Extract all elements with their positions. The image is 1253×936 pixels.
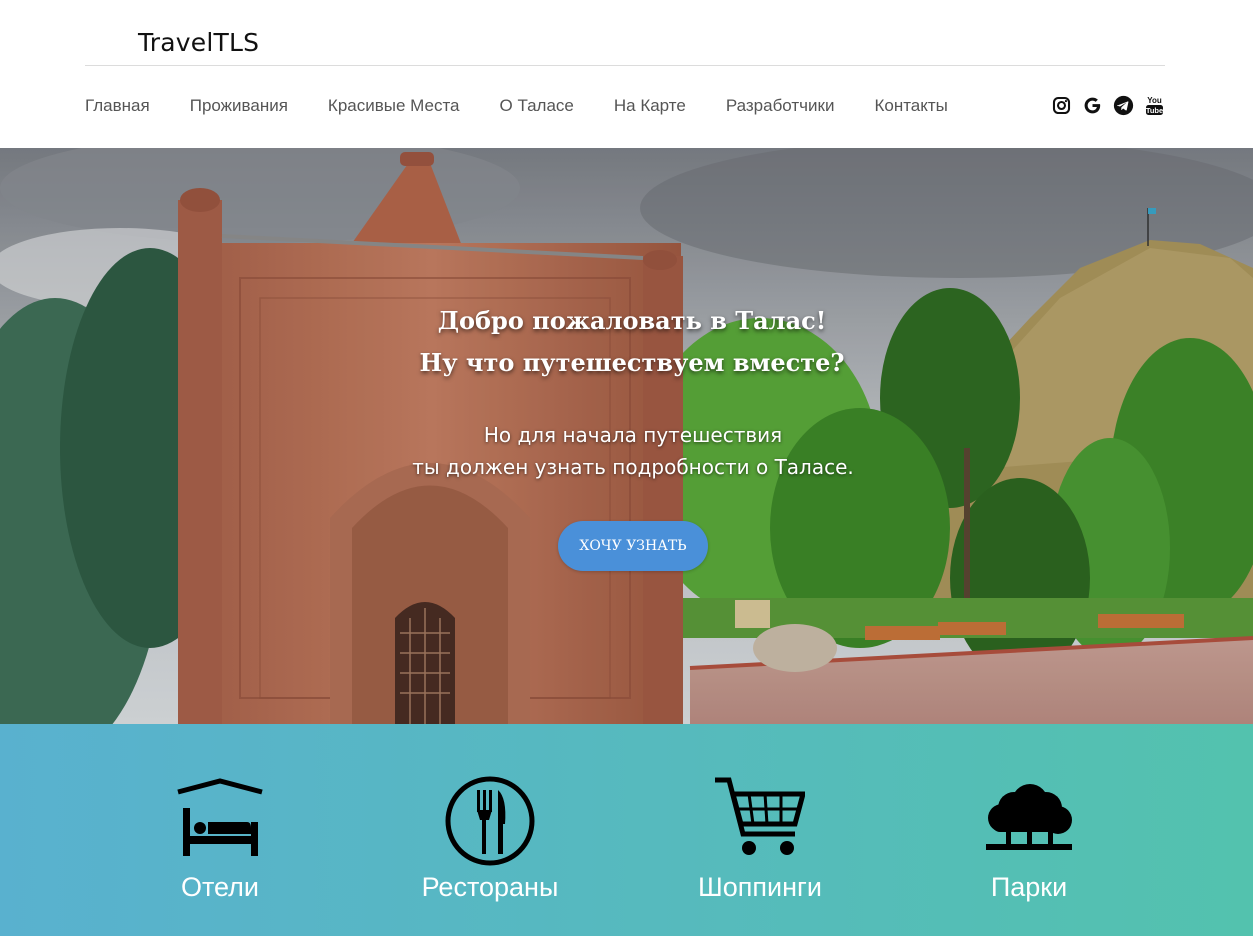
category-parks[interactable]: Парки [909, 724, 1149, 936]
svg-text:You: You [1147, 96, 1162, 105]
site-header: TravelTLS Главная Проживания Красивые Ме… [0, 0, 1253, 148]
svg-text:Tube: Tube [1146, 106, 1163, 115]
shopping-cart-icon [715, 777, 805, 855]
category-label: Рестораны [421, 872, 559, 902]
trees-icon [986, 784, 1072, 850]
header-divider [85, 65, 1165, 66]
hero-title-line2: Ну что путешествуем вместе? [419, 348, 845, 377]
nav-item-contacts[interactable]: Контакты [874, 96, 947, 116]
site-logo[interactable]: TravelTLS [138, 28, 259, 57]
category-restaurants[interactable]: Рестораны [370, 724, 610, 936]
category-shopping[interactable]: Шоппинги [640, 724, 880, 936]
nav-item-beautiful-places[interactable]: Красивые Места [328, 96, 460, 116]
instagram-icon[interactable] [1051, 95, 1072, 116]
youtube-icon[interactable]: You Tube [1144, 95, 1165, 116]
nav-item-home[interactable]: Главная [85, 96, 150, 116]
categories-section: Отели Рестораны Шоппинги Парки [0, 724, 1253, 936]
telegram-icon[interactable] [1113, 95, 1134, 116]
category-label: Парки [990, 872, 1068, 902]
hero-subtitle-line2: ты должен узнать подробности о Таласе. [412, 455, 854, 479]
category-label: Шоппинги [698, 872, 822, 902]
hotel-bed-icon [177, 778, 263, 856]
nav-item-developers[interactable]: Разработчики [726, 96, 835, 116]
learn-more-button[interactable]: ХОЧУ УЗНАТЬ [558, 521, 708, 571]
main-nav: Главная Проживания Красивые Места О Тала… [85, 96, 988, 116]
social-links: You Tube [1041, 95, 1165, 116]
nav-item-about-talas[interactable]: О Таласе [500, 96, 574, 116]
category-hotels[interactable]: Отели [100, 724, 340, 936]
hero-title-line1: Добро пожаловать в Талас! [437, 306, 827, 335]
category-label: Отели [180, 872, 260, 902]
hero-subtitle-line1: Но для начала путешествия [483, 423, 783, 447]
hero-banner: Добро пожаловать в Талас! Ну что путешес… [0, 148, 1253, 724]
nav-item-map[interactable]: На Карте [614, 96, 686, 116]
nav-item-accommodation[interactable]: Проживания [190, 96, 288, 116]
fork-knife-icon [445, 776, 535, 866]
google-icon[interactable] [1082, 95, 1103, 116]
